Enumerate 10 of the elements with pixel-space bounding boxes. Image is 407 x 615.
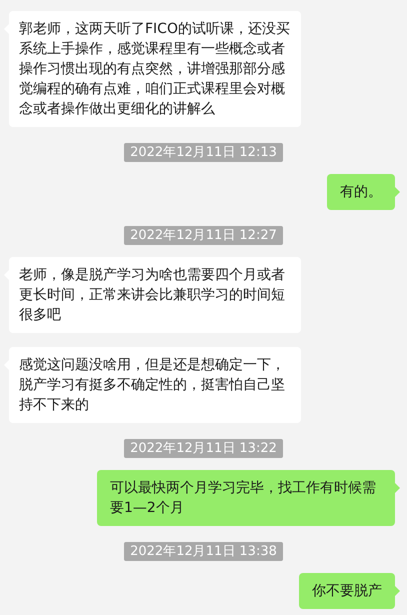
message-bubble: 郭老师，这两天听了FICO的试听课，还没买系统上手操作，感觉课程里有一些概念或者操作习惯出现的有点突然，讲增强那部分感觉编程的确有点难，咱们正式课程里会对概念或者操作做出更细化的讲解么 (9, 11, 301, 127)
message-bubble: 感觉这问题没啥用，但是还是想确定一下，脱产学习有挺多不确定性的，挺害怕自己坚持不下来的 (9, 347, 301, 423)
message-bubble: 你不要脱产 (299, 573, 395, 609)
message-bubble: 可以最快两个月学习完毕，找工作有时候需要1—2个月 (97, 470, 395, 526)
timestamp: 2022年12月11日 13:22 (124, 439, 283, 458)
timestamp: 2022年12月11日 13:38 (124, 542, 283, 561)
message-bubble: 有的。 (327, 174, 395, 210)
timestamp: 2022年12月11日 12:13 (124, 143, 283, 162)
message-bubble: 老师，像是脱产学习为啥也需要四个月或者更长时间，正常来讲会比兼职学习的时间短很多吧 (9, 257, 301, 333)
timestamp: 2022年12月11日 12:27 (124, 226, 283, 245)
